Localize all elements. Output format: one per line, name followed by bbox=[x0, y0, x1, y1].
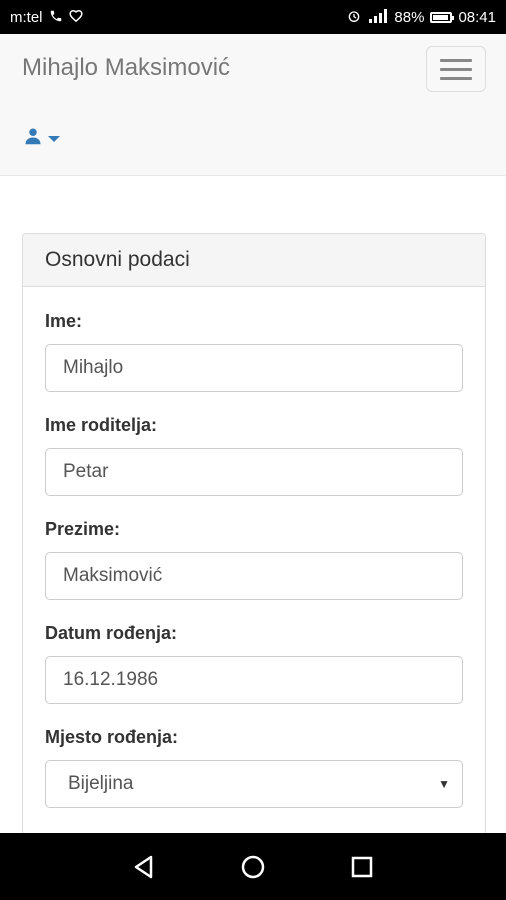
user-menu-dropdown[interactable] bbox=[24, 127, 60, 150]
first-name-value: Mihajlo bbox=[63, 357, 124, 378]
parent-name-label: Ime roditelja: bbox=[45, 415, 158, 435]
basic-info-panel: Osnovni podaci Ime: Mihajlo Ime roditelj… bbox=[22, 233, 486, 873]
birth-place-label: Mjesto rođenja: bbox=[45, 727, 179, 747]
select-arrow-icon: ▼ bbox=[438, 777, 450, 791]
navbar-brand[interactable]: Mihajlo Maksimović bbox=[22, 54, 230, 82]
navbar: Mihajlo Maksimović bbox=[0, 34, 506, 176]
last-name-label: Prezime: bbox=[45, 519, 121, 539]
signal-icon bbox=[368, 9, 388, 25]
birth-place-select[interactable]: Bijeljina ▼ bbox=[45, 760, 463, 808]
last-name-field[interactable]: Maksimović bbox=[45, 552, 463, 600]
system-nav-bar bbox=[0, 833, 506, 900]
alarm-icon bbox=[346, 8, 362, 26]
form-group-birth-place: Mjesto rođenja: Bijeljina ▼ bbox=[45, 727, 463, 808]
phone-icon bbox=[49, 9, 63, 25]
form-group-first-name: Ime: Mihajlo bbox=[45, 311, 463, 392]
form-group-birth-date: Datum rođenja: 16.12.1986 bbox=[45, 623, 463, 704]
status-left: m:tel bbox=[10, 9, 83, 26]
form-group-parent-name: Ime roditelja: Petar bbox=[45, 415, 463, 496]
birth-date-field[interactable]: 16.12.1986 bbox=[45, 656, 463, 704]
parent-name-field[interactable]: Petar bbox=[45, 448, 463, 496]
home-icon[interactable] bbox=[233, 847, 273, 887]
clock: 08:41 bbox=[458, 8, 496, 26]
back-icon[interactable] bbox=[124, 847, 164, 887]
battery-percent: 88% bbox=[394, 8, 425, 26]
form-group-last-name: Prezime: Maksimović bbox=[45, 519, 463, 600]
birth-date-value: 16.12.1986 bbox=[63, 669, 159, 690]
status-right: 88% 08:41 bbox=[346, 8, 496, 26]
parent-name-value: Petar bbox=[63, 461, 109, 482]
birth-date-label: Datum rođenja: bbox=[45, 623, 178, 643]
carrier-label: m:tel bbox=[10, 8, 43, 26]
heart-icon bbox=[68, 9, 83, 25]
recents-icon[interactable] bbox=[342, 847, 382, 887]
user-icon bbox=[24, 127, 42, 150]
status-bar: m:tel 88% 08:41 bbox=[0, 0, 506, 34]
hamburger-icon bbox=[440, 58, 472, 62]
first-name-field[interactable]: Mihajlo bbox=[45, 344, 463, 392]
navbar-toggle-button[interactable] bbox=[426, 46, 486, 92]
caret-down-icon bbox=[48, 135, 60, 142]
panel-title: Osnovni podaci bbox=[23, 234, 485, 287]
birth-place-value: Bijeljina bbox=[68, 773, 134, 794]
battery-icon bbox=[430, 11, 455, 23]
last-name-value: Maksimović bbox=[63, 565, 163, 586]
first-name-label: Ime: bbox=[45, 311, 83, 331]
